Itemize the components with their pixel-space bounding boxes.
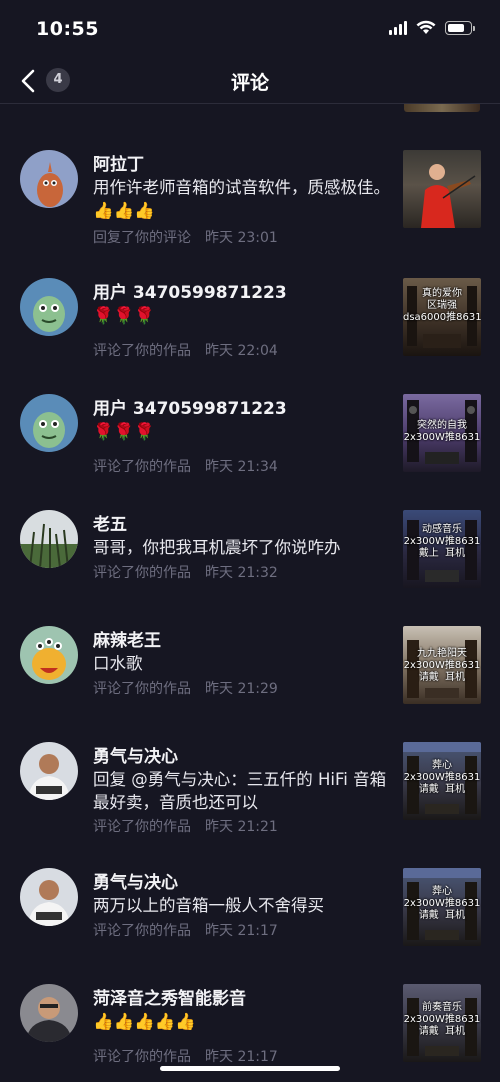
video-thumbnail[interactable]: 动感音乐 2x300W推8631 戴上 耳机 xyxy=(403,510,481,588)
video-thumbnail[interactable]: 突然的自我 2x300W推8631 xyxy=(403,394,481,472)
status-icons xyxy=(389,20,475,35)
action-text: 评论了你的作品 xyxy=(93,459,191,475)
list-item[interactable]: 用户 3470599871223 🌹🌹🌹 评论了你的作品 昨天 21:34 突然的… xyxy=(0,362,500,475)
item-meta: 回复了你的评论 昨天 23:01 xyxy=(93,227,278,247)
action-text: 评论了你的作品 xyxy=(93,343,191,359)
user-name[interactable]: 勇气与决心 xyxy=(93,868,178,893)
action-text: 回复了你的评论 xyxy=(93,230,191,246)
comment-text: 回复 @勇气与决心：三五仟的 HiFi 音箱最好卖，音质也还可以 xyxy=(93,770,387,812)
action-text: 评论了你的作品 xyxy=(93,923,191,939)
comment-text: 口水歌 xyxy=(93,654,143,673)
comment-text: 用作许老师音箱的试音软件，质感极佳。👍👍👍 xyxy=(93,178,390,220)
comment-text: 🌹🌹🌹 xyxy=(93,306,155,325)
item-meta: 评论了你的作品 昨天 22:04 xyxy=(93,340,278,360)
list-item[interactable]: 用户 3470599871223 🌹🌹🌹 评论了你的作品 昨天 22:04 真的爱… xyxy=(0,246,500,359)
status-bar: 10:55 xyxy=(0,0,500,58)
action-text: 评论了你的作品 xyxy=(93,565,191,581)
cellular-signal-icon xyxy=(389,20,407,35)
item-meta: 评论了你的作品 昨天 21:32 xyxy=(93,562,278,582)
avatar[interactable] xyxy=(20,626,78,684)
avatar[interactable] xyxy=(20,984,78,1042)
thumbnail-caption: 动感音乐 2x300W推8631 戴上 耳机 xyxy=(403,524,481,559)
page-title: 评论 xyxy=(230,72,269,94)
video-thumbnail[interactable]: 葬心 2x300W推8631 请戴 耳机 xyxy=(403,742,481,820)
timestamp: 昨天 21:34 xyxy=(205,459,278,475)
user-name[interactable]: 用户 3470599871223 xyxy=(93,278,287,303)
user-name[interactable]: 勇气与决心 xyxy=(93,742,178,767)
video-thumbnail[interactable]: 葬心 2x300W推8631 请戴 耳机 xyxy=(403,868,481,946)
video-thumbnail[interactable]: 前奏音乐 2x300W推8631 请戴 耳机 xyxy=(403,984,481,1062)
item-meta: 评论了你的作品 昨天 21:29 xyxy=(93,678,278,698)
item-meta: 评论了你的作品 昨天 21:34 xyxy=(93,456,278,476)
timestamp: 昨天 21:21 xyxy=(205,819,278,835)
comment-text: 🌹🌹🌹 xyxy=(93,422,155,441)
item-meta: 评论了你的作品 昨天 21:17 xyxy=(93,920,278,940)
status-time: 10:55 xyxy=(36,18,99,40)
timestamp: 昨天 21:32 xyxy=(205,565,278,581)
battery-icon xyxy=(445,20,475,35)
user-name[interactable]: 菏泽音之秀智能影音 xyxy=(93,984,246,1009)
avatar[interactable] xyxy=(20,742,78,800)
comment-text: 👍👍👍👍👍 xyxy=(93,1012,196,1031)
previous-item-thumbnail xyxy=(404,104,480,112)
comment-text: 两万以上的音箱一般人不舍得买 xyxy=(93,896,324,915)
action-text: 评论了你的作品 xyxy=(93,819,191,835)
avatar[interactable] xyxy=(20,868,78,926)
user-name[interactable]: 麻辣老王 xyxy=(93,626,161,651)
thumbnail-caption: 突然的自我 2x300W推8631 xyxy=(403,420,481,443)
home-indicator[interactable] xyxy=(160,1066,340,1071)
video-thumbnail[interactable]: 真的爱你 区瑞强 dsa6000推8631 xyxy=(403,278,481,356)
avatar[interactable] xyxy=(20,278,78,336)
list-item[interactable]: 麻辣老王 口水歌 评论了你的作品 昨天 21:29 九九艳阳天 2x300W推86… xyxy=(0,594,500,704)
action-text: 评论了你的作品 xyxy=(93,1049,191,1065)
timestamp: 昨天 21:29 xyxy=(205,681,278,697)
video-thumbnail[interactable] xyxy=(403,150,481,228)
comment-text: 哥哥，你把我耳机震坏了你说咋办 xyxy=(93,538,341,557)
timestamp: 昨天 21:17 xyxy=(205,1049,278,1065)
user-name[interactable]: 用户 3470599871223 xyxy=(93,394,287,419)
avatar[interactable] xyxy=(20,510,78,568)
wifi-icon xyxy=(416,20,436,34)
list-item[interactable]: 勇气与决心 两万以上的音箱一般人不舍得买 评论了你的作品 昨天 21:17 葬心 … xyxy=(0,836,500,946)
thumbnail-caption: 九九艳阳天 2x300W推8631 请戴 耳机 xyxy=(403,648,481,683)
action-text: 评论了你的作品 xyxy=(93,681,191,697)
list-item[interactable]: 菏泽音之秀智能影音 👍👍👍👍👍 评论了你的作品 昨天 21:17 前奏音乐 2x3… xyxy=(0,952,500,1065)
timestamp: 昨天 22:04 xyxy=(205,343,278,359)
thumbnail-caption: 前奏音乐 2x300W推8631 请戴 耳机 xyxy=(403,1002,481,1037)
user-name[interactable]: 阿拉丁 xyxy=(93,150,144,175)
nav-bar: 4 评论 xyxy=(0,58,500,104)
thumbnail-caption: 葬心 2x300W推8631 请戴 耳机 xyxy=(403,886,481,921)
list-item[interactable]: 勇气与决心 回复 @勇气与决心：三五仟的 HiFi 音箱最好卖，音质也还可以 评… xyxy=(0,710,500,835)
avatar[interactable] xyxy=(20,394,78,452)
item-meta: 评论了你的作品 昨天 21:17 xyxy=(93,1046,278,1066)
user-name[interactable]: 老五 xyxy=(93,510,127,535)
thumbnail-caption: 葬心 2x300W推8631 请戴 耳机 xyxy=(403,760,481,795)
list-item[interactable]: 阿拉丁 用作许老师音箱的试音软件，质感极佳。👍👍👍 回复了你的评论 昨天 23:0… xyxy=(0,118,500,246)
timestamp: 昨天 21:17 xyxy=(205,923,278,939)
timestamp: 昨天 23:01 xyxy=(205,230,278,246)
avatar[interactable] xyxy=(20,150,78,208)
thumbnail-caption: 真的爱你 区瑞强 dsa6000推8631 xyxy=(403,288,481,323)
list-item[interactable]: 老五 哥哥，你把我耳机震坏了你说咋办 评论了你的作品 昨天 21:32 动感音乐 … xyxy=(0,478,500,588)
video-thumbnail[interactable]: 九九艳阳天 2x300W推8631 请戴 耳机 xyxy=(403,626,481,704)
item-meta: 评论了你的作品 昨天 21:21 xyxy=(93,816,278,836)
